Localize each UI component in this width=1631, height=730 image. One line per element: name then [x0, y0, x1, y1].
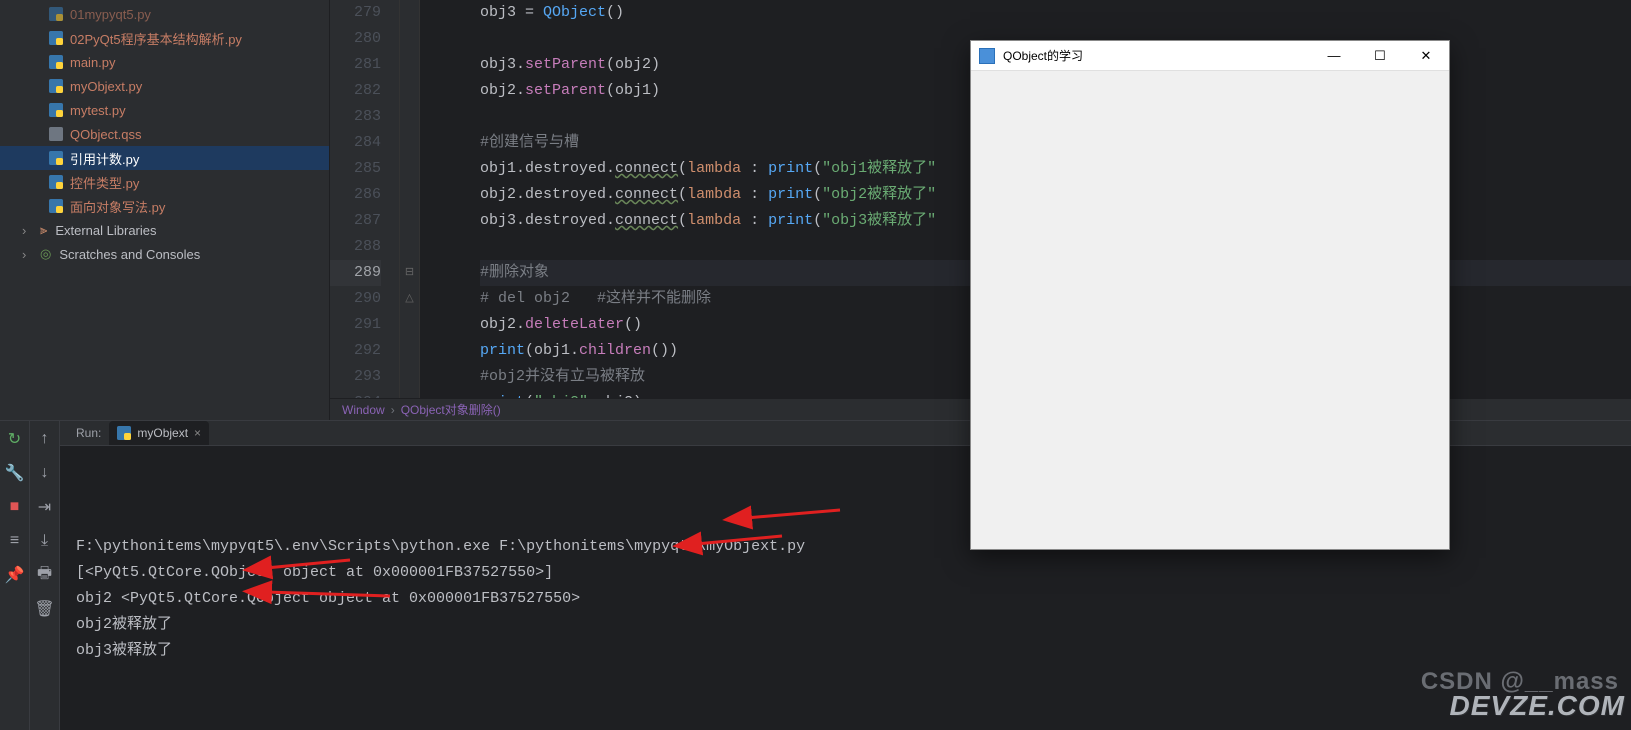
python-file-icon [48, 54, 64, 70]
file-name: myObjext.py [70, 79, 142, 94]
file-name: main.py [70, 55, 116, 70]
scratch-icon: ◎ [40, 246, 51, 262]
python-file-icon [117, 426, 131, 440]
maximize-button[interactable]: ☐ [1357, 41, 1403, 71]
down-button[interactable]: ↓ [35, 463, 55, 483]
trash-button[interactable]: 🗑 [35, 599, 55, 619]
python-file-icon [48, 150, 64, 166]
line-gutter[interactable]: 2792802812822832842852862872882892902912… [330, 0, 400, 398]
file-item[interactable]: mytest.py [0, 98, 329, 122]
rerun-button[interactable]: ↻ [5, 429, 25, 449]
up-button[interactable]: ↑ [35, 429, 55, 449]
file-item[interactable]: 引用计数.py [0, 146, 329, 170]
run-tab-label: myObjext [137, 426, 188, 440]
python-file-icon [48, 174, 64, 190]
qt-titlebar[interactable]: QObject的学习 — ☐ ✕ [971, 41, 1449, 71]
qt-window-title: QObject的学习 [1003, 47, 1083, 64]
console-line: obj2 <PyQt5.QtCore.QObject object at 0x0… [76, 586, 1615, 612]
file-item[interactable]: main.py [0, 50, 329, 74]
file-name: 控件类型.py [70, 173, 139, 192]
project-sidebar: 01mypyqt5.py 02PyQt5程序基本结构解析.py main.py my… [0, 0, 330, 420]
console-line: obj2被释放了 [76, 612, 1615, 638]
lib-icon: ⫸ [40, 222, 47, 238]
close-icon[interactable]: × [194, 426, 201, 440]
run-left-toolbar: ↻ 🔧 ■ ≡ 📌 [0, 421, 30, 730]
file-tree[interactable]: 01mypyqt5.py 02PyQt5程序基本结构解析.py main.py my… [0, 0, 329, 420]
file-item[interactable]: 01mypyqt5.py [0, 2, 329, 26]
run-mid-toolbar: ↑ ↓ ⇥ ⤓ 🖶 🗑 [30, 421, 60, 730]
file-name: 02PyQt5程序基本结构解析.py [70, 29, 242, 48]
qt-app-window[interactable]: QObject的学习 — ☐ ✕ [970, 40, 1450, 550]
file-item[interactable]: 面向对象写法.py [0, 194, 329, 218]
console-line: obj3被释放了 [76, 638, 1615, 664]
tree-node-label: External Libraries [55, 223, 156, 238]
console-line: [<PyQt5.QtCore.QObject object at 0x00000… [76, 560, 1615, 586]
qt-window-body[interactable] [971, 71, 1449, 549]
qt-app-icon [979, 48, 995, 64]
python-file-icon [48, 30, 64, 46]
stop-button[interactable]: ■ [5, 497, 25, 517]
minimize-button[interactable]: — [1311, 41, 1357, 71]
breadcrumb-separator: › [391, 403, 395, 417]
layout-button[interactable]: ≡ [5, 531, 25, 551]
breadcrumb-item[interactable]: Window [342, 403, 385, 417]
file-item[interactable]: 控件类型.py [0, 170, 329, 194]
python-file-icon [48, 6, 64, 22]
file-item[interactable]: 02PyQt5程序基本结构解析.py [0, 26, 329, 50]
soft-wrap-button[interactable]: ⇥ [35, 497, 55, 517]
fold-column[interactable]: ⊟△ [400, 0, 420, 398]
qss-file-icon [48, 126, 64, 142]
run-label: Run: [68, 426, 109, 440]
file-name: 面向对象写法.py [70, 197, 165, 216]
file-name: QObject.qss [70, 127, 142, 142]
scroll-end-button[interactable]: ⤓ [35, 531, 55, 551]
python-file-icon [48, 78, 64, 94]
pin-button[interactable]: 📌 [5, 565, 25, 585]
tree-node-scratches[interactable]: › ◎ Scratches and Consoles [0, 242, 329, 266]
tree-node-external-libs[interactable]: › ⫸ External Libraries [0, 218, 329, 242]
wrench-button[interactable]: 🔧 [5, 463, 25, 483]
chevron-right-icon: › [22, 247, 32, 262]
close-button[interactable]: ✕ [1403, 41, 1449, 71]
run-tab[interactable]: myObjext × [109, 421, 209, 445]
file-item[interactable]: QObject.qss [0, 122, 329, 146]
chevron-right-icon: › [22, 223, 32, 238]
python-file-icon [48, 102, 64, 118]
tree-node-label: Scratches and Consoles [59, 247, 200, 262]
python-file-icon [48, 198, 64, 214]
print-button[interactable]: 🖶 [35, 565, 55, 585]
file-item[interactable]: myObjext.py [0, 74, 329, 98]
file-name: mytest.py [70, 103, 126, 118]
file-name: 引用计数.py [70, 149, 139, 168]
watermark: DEVZE.COM [1450, 690, 1625, 722]
file-name: 01mypyqt5.py [70, 7, 151, 22]
breadcrumb-item[interactable]: QObject对象删除() [401, 401, 501, 418]
